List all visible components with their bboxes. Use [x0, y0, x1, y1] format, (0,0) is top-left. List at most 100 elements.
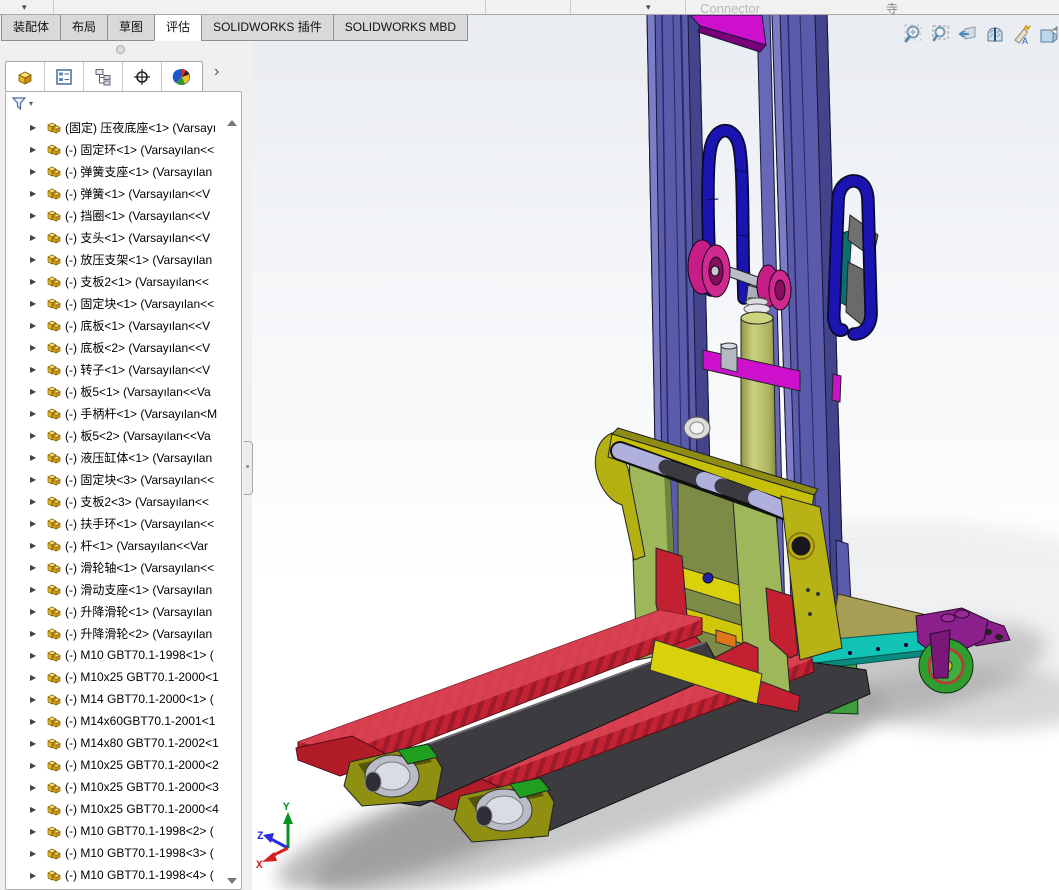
expand-arrow-icon[interactable]: ▶: [30, 321, 40, 330]
expand-arrow-icon[interactable]: ▶: [30, 343, 40, 352]
apply-scene-icon[interactable]: [1038, 24, 1059, 46]
tree-item[interactable]: ▶ (-) 挡圈<1> (Varsayılan<<V: [6, 204, 241, 226]
graphics-viewport[interactable]: Y Z X A: [252, 14, 1059, 890]
tree-item[interactable]: ▶ (-) 板5<1> (Varsayılan<<Va: [6, 380, 241, 402]
configurationmanager-tab[interactable]: [84, 62, 123, 91]
toolbar-dropdown-caret[interactable]: ▾: [646, 0, 651, 14]
tree-item[interactable]: ▶ (-) 固定环<1> (Varsayılan<<: [6, 138, 241, 160]
edit-appearance-icon[interactable]: A: [1011, 24, 1033, 46]
tree-item[interactable]: ▶ (-) 滑动支座<1> (Varsayılan: [6, 578, 241, 600]
tree-scroll-up-button[interactable]: [227, 120, 237, 126]
tree-item[interactable]: ▶ (-) M10x25 GBT70.1-2000<2: [6, 754, 241, 776]
command-tab-4[interactable]: 评估: [154, 14, 203, 41]
zoom-to-fit-icon[interactable]: [903, 24, 925, 46]
tree-item[interactable]: ▶ (-) 底板<1> (Varsayılan<<V: [6, 314, 241, 336]
expand-arrow-icon[interactable]: ▶: [30, 827, 40, 836]
expand-arrow-icon[interactable]: ▶: [30, 585, 40, 594]
tree-item[interactable]: ▶ (-) M10 GBT70.1-1998<1> (: [6, 644, 241, 666]
expand-arrow-icon[interactable]: ▶: [30, 123, 40, 132]
tree-item[interactable]: ▶ (-) 滑轮轴<1> (Varsayılan<<: [6, 556, 241, 578]
expand-arrow-icon[interactable]: ▶: [30, 739, 40, 748]
expand-arrow-icon[interactable]: ▶: [30, 783, 40, 792]
tree-item[interactable]: ▶ (-) 扶手环<1> (Varsayılan<<: [6, 512, 241, 534]
tree-item[interactable]: ▶ (-) 手柄杆<1> (Varsayılan<M: [6, 402, 241, 424]
expand-arrow-icon[interactable]: ▶: [30, 453, 40, 462]
previous-view-icon[interactable]: [957, 24, 979, 46]
command-tab-6[interactable]: SOLIDWORKS MBD: [332, 14, 469, 41]
command-tab-5[interactable]: SOLIDWORKS 插件: [201, 14, 334, 41]
tree-item[interactable]: ▶ (-) 板5<2> (Varsayılan<<Va: [6, 424, 241, 446]
expand-arrow-icon[interactable]: ▶: [30, 431, 40, 440]
filter-caret-icon[interactable]: ▾: [29, 99, 33, 108]
panel-splitter-handle[interactable]: [244, 441, 253, 495]
expand-arrow-icon[interactable]: ▶: [30, 365, 40, 374]
displaymanager-tab[interactable]: [162, 62, 201, 91]
expand-arrow-icon[interactable]: ▶: [30, 145, 40, 154]
expand-arrow-icon[interactable]: ▶: [30, 673, 40, 682]
handle-loop-right-group[interactable]: [827, 174, 879, 341]
expand-arrow-icon[interactable]: ▶: [30, 409, 40, 418]
filter-funnel-icon[interactable]: [11, 95, 27, 111]
expand-arrow-icon[interactable]: ▶: [30, 695, 40, 704]
tree-item[interactable]: ▶ (-) 升降滑轮<2> (Varsayılan: [6, 622, 241, 644]
expand-arrow-icon[interactable]: ▶: [30, 651, 40, 660]
tree-item[interactable]: ▶ (-) M10 GBT70.1-1998<4> (: [6, 864, 241, 886]
tree-item[interactable]: ▶ (-) M14x80 GBT70.1-2002<1: [6, 732, 241, 754]
tree-item[interactable]: ▶ (-) 升降滑轮<1> (Varsayılan: [6, 600, 241, 622]
command-tab-1[interactable]: 装配体: [1, 14, 62, 41]
propertymanager-tab[interactable]: [45, 62, 84, 91]
toolbar-dropdown-caret[interactable]: ▾: [22, 0, 27, 14]
expand-arrow-icon[interactable]: ▶: [30, 167, 40, 176]
expand-arrow-icon[interactable]: ▶: [30, 563, 40, 572]
tree-item[interactable]: ▶ (-) 固定块<1> (Varsayılan<<: [6, 292, 241, 314]
expand-arrow-icon[interactable]: ▶: [30, 629, 40, 638]
panel-drag-handle[interactable]: [116, 45, 125, 54]
expand-arrow-icon[interactable]: ▶: [30, 189, 40, 198]
dimxpertmanager-tab[interactable]: [123, 62, 162, 91]
tree-item[interactable]: ▶ (-) M10x25 GBT70.1-2000<4: [6, 798, 241, 820]
expand-arrow-icon[interactable]: ▶: [30, 805, 40, 814]
tree-item[interactable]: ▶ (-) 转子<1> (Varsayılan<<V: [6, 358, 241, 380]
expand-arrow-icon[interactable]: ▶: [30, 277, 40, 286]
tree-item[interactable]: ▶ (-) M14x60GBT70.1-2001<1: [6, 710, 241, 732]
zoom-to-area-icon[interactable]: [930, 24, 952, 46]
tree-item[interactable]: ▶ (-) M10x25 GBT70.1-2000<1: [6, 666, 241, 688]
expand-arrow-icon[interactable]: ▶: [30, 255, 40, 264]
carriage-pulley[interactable]: [683, 416, 711, 440]
expand-arrow-icon[interactable]: ▶: [30, 717, 40, 726]
expand-arrow-icon[interactable]: ▶: [30, 299, 40, 308]
expand-arrow-icon[interactable]: ▶: [30, 233, 40, 242]
expand-arrow-icon[interactable]: ▶: [30, 475, 40, 484]
expand-arrow-icon[interactable]: ▶: [30, 607, 40, 616]
tree-item[interactable]: ▶ (-) 固定块<3> (Varsayılan<<: [6, 468, 241, 490]
tree-item[interactable]: ▶ (-) 弹簧支座<1> (Varsayılan: [6, 160, 241, 182]
tree-item[interactable]: ▶ (-) M10 GBT70.1-1998<2> (: [6, 820, 241, 842]
tree-item[interactable]: ▶ (-) M10 GBT70.1-1998<3> (: [6, 842, 241, 864]
tree-scroll-down-button[interactable]: [227, 878, 237, 884]
tree-item[interactable]: ▶ (-) M10x25 GBT70.1-2000<3: [6, 776, 241, 798]
panel-expand-chevron[interactable]: ›: [214, 63, 219, 81]
expand-arrow-icon[interactable]: ▶: [30, 541, 40, 550]
tree-item[interactable]: ▶ (-) 支头<1> (Varsayılan<<V: [6, 226, 241, 248]
expand-arrow-icon[interactable]: ▶: [30, 849, 40, 858]
expand-arrow-icon[interactable]: ▶: [30, 387, 40, 396]
expand-arrow-icon[interactable]: ▶: [30, 211, 40, 220]
tree-item[interactable]: ▶ (-) 放压支架<1> (Varsayılan: [6, 248, 241, 270]
expand-arrow-icon[interactable]: ▶: [30, 871, 40, 880]
section-view-icon[interactable]: [984, 24, 1006, 46]
tree-item[interactable]: ▶ (-) 弹簧<1> (Varsayılan<<V: [6, 182, 241, 204]
tree-item[interactable]: ▶ (固定) 压夜底座<1> (Varsayı: [6, 116, 241, 138]
command-tab-2[interactable]: 布局: [60, 14, 109, 41]
command-tab-3[interactable]: 草图: [107, 14, 156, 41]
tree-item[interactable]: ▶ (-) M14 GBT70.1-2000<1> (: [6, 688, 241, 710]
expand-arrow-icon[interactable]: ▶: [30, 497, 40, 506]
expand-arrow-icon[interactable]: ▶: [30, 519, 40, 528]
tree-item[interactable]: ▶ (-) 支板2<3> (Varsayılan<<: [6, 490, 241, 512]
stacker-3d-model[interactable]: Y Z X: [252, 14, 1059, 890]
tree-item[interactable]: ▶ (-) 液压缸体<1> (Varsayılan: [6, 446, 241, 468]
expand-arrow-icon[interactable]: ▶: [30, 761, 40, 770]
tree-item[interactable]: ▶ (-) 杆<1> (Varsayılan<<Var: [6, 534, 241, 556]
tree-item[interactable]: ▶ (-) 支板2<1> (Varsayılan<<: [6, 270, 241, 292]
tree-item[interactable]: ▶ (-) 底板<2> (Varsayılan<<V: [6, 336, 241, 358]
featuremanager-tab[interactable]: [6, 62, 45, 91]
